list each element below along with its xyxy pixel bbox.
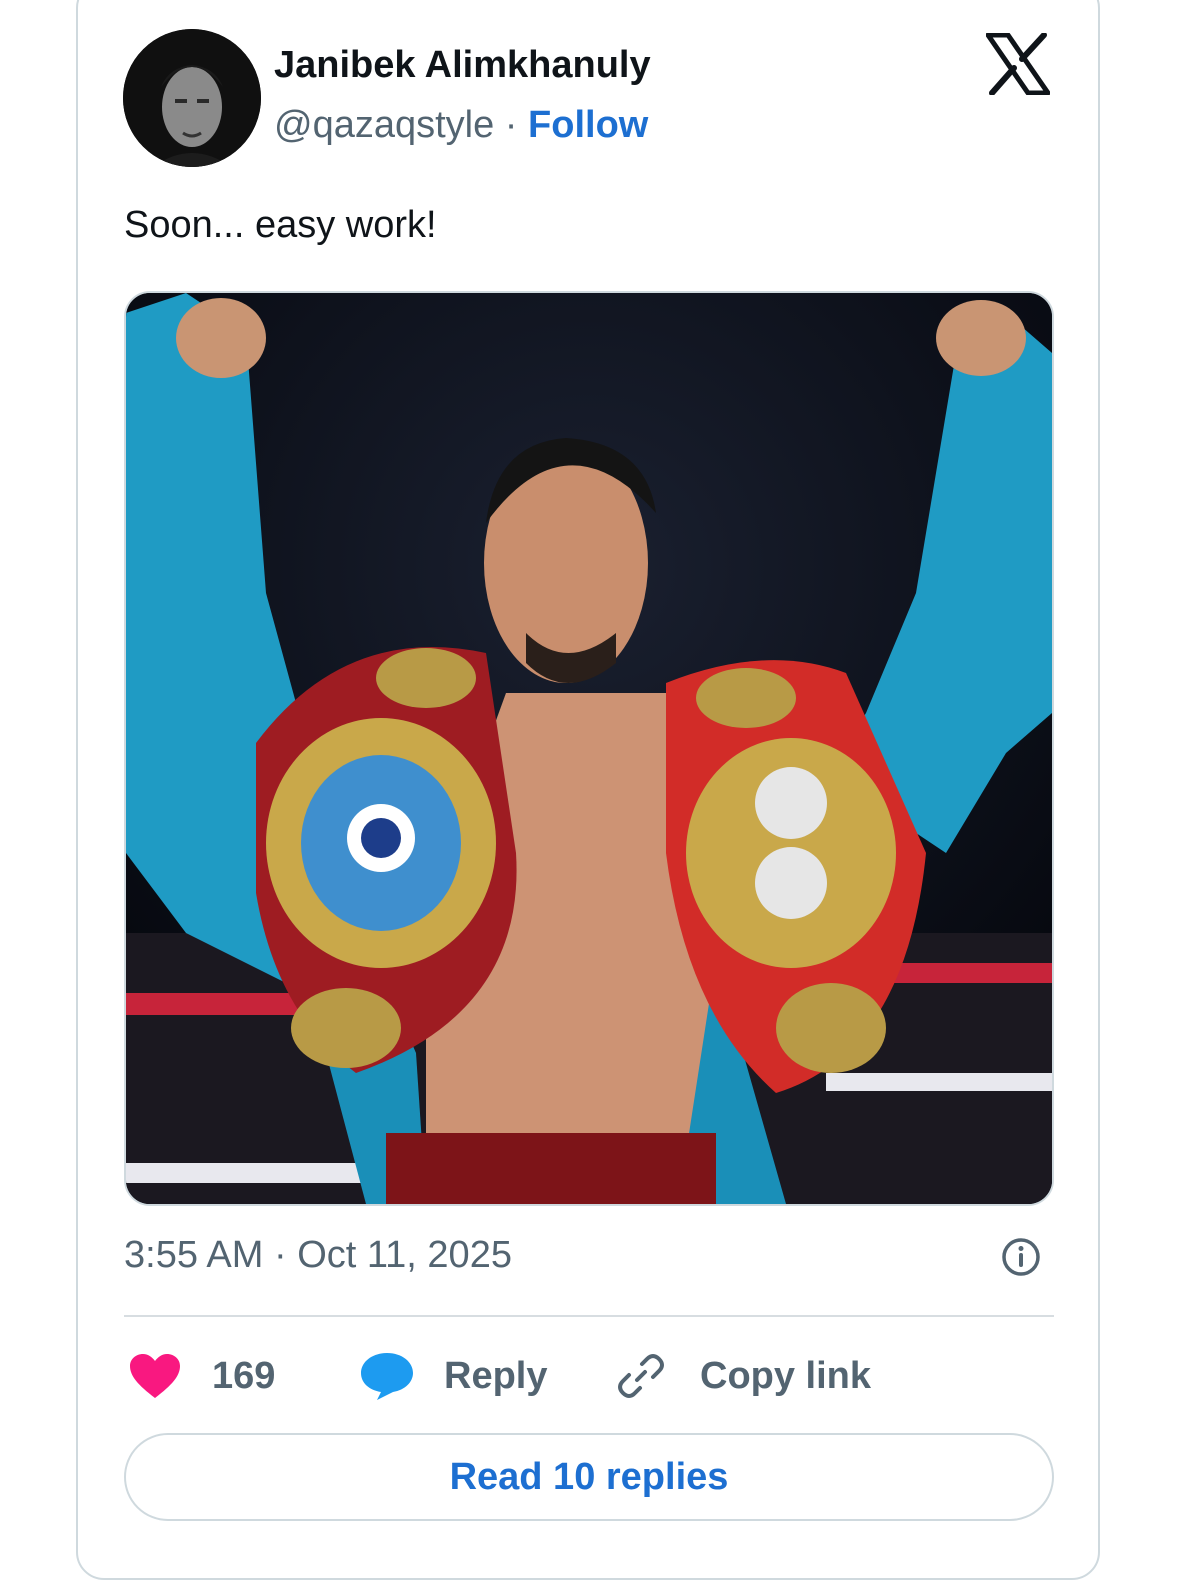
- x-logo-icon[interactable]: [985, 32, 1051, 96]
- copy-link-button[interactable]: Copy link: [615, 1348, 871, 1404]
- divider: [124, 1315, 1054, 1317]
- reply-button[interactable]: Reply: [359, 1348, 547, 1404]
- tweet-photo[interactable]: [124, 291, 1054, 1206]
- info-icon[interactable]: [1001, 1237, 1041, 1277]
- link-icon: [615, 1350, 667, 1402]
- author-name[interactable]: Janibek Alimkhanuly: [274, 44, 651, 87]
- follow-button[interactable]: Follow: [528, 104, 648, 146]
- heart-icon: [128, 1352, 182, 1400]
- handle-separator: ·: [494, 104, 529, 146]
- author-handle[interactable]: @qazaqstyle: [274, 104, 494, 146]
- speech-bubble-icon: [359, 1350, 415, 1402]
- avatar-portrait-image: [123, 29, 261, 167]
- like-count: 169: [212, 1354, 276, 1397]
- like-button[interactable]: 169: [128, 1348, 275, 1404]
- author-handle-row: @qazaqstyle · Follow: [274, 104, 648, 147]
- avatar[interactable]: [123, 29, 261, 167]
- tweet-timestamp[interactable]: 3:55 AM · Oct 11, 2025: [124, 1234, 512, 1277]
- read-replies-button[interactable]: Read 10 replies: [124, 1433, 1054, 1521]
- tweet-text: Soon... easy work!: [124, 204, 437, 246]
- reply-label: Reply: [444, 1354, 548, 1397]
- copy-link-label: Copy link: [700, 1354, 872, 1397]
- boxer-with-belts-image: [126, 293, 1052, 1204]
